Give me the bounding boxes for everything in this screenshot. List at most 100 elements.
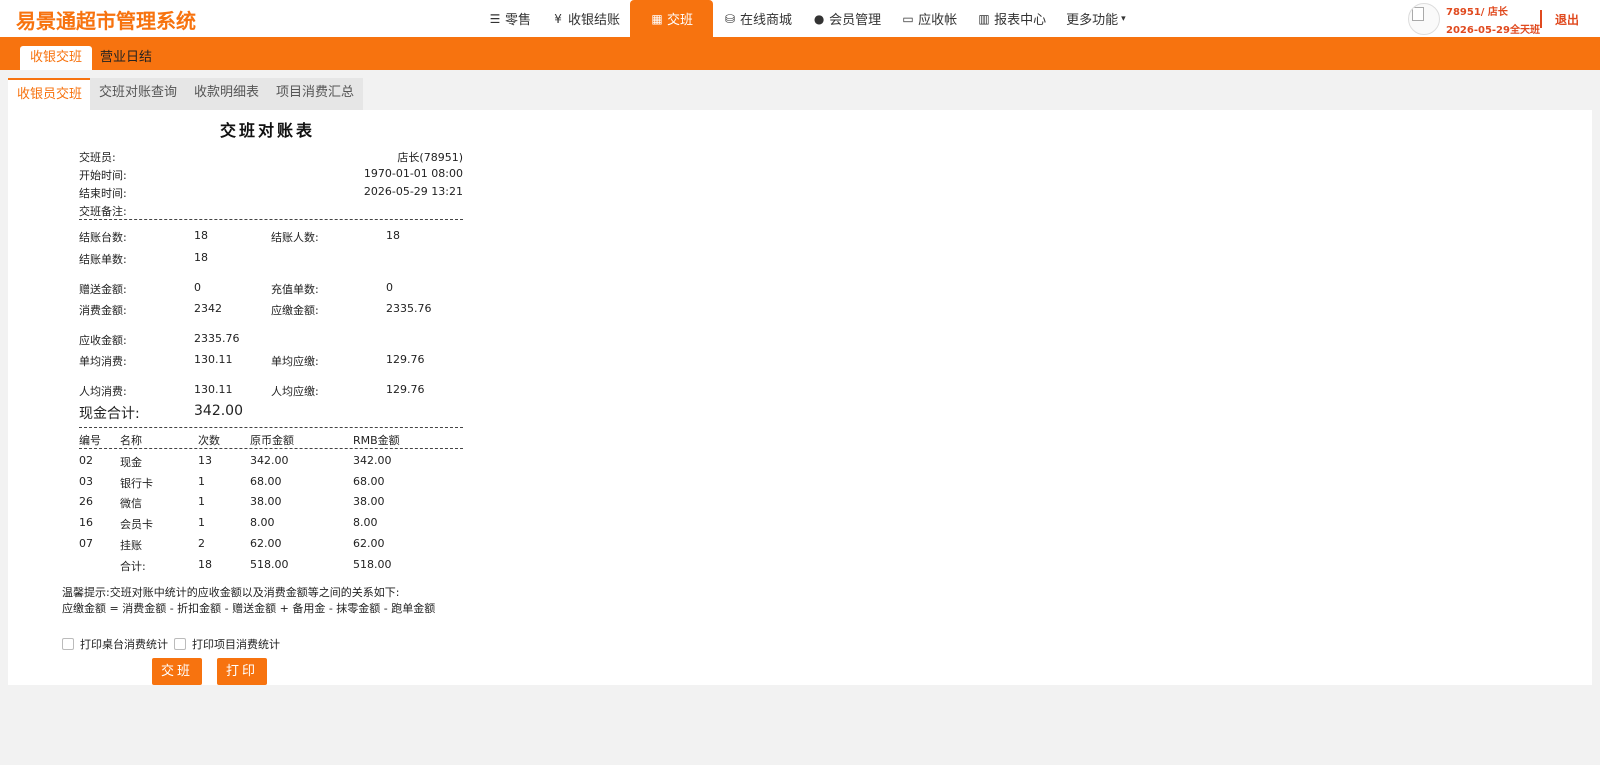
print-options: 打印桌台消费统计 打印项目消费统计 xyxy=(62,637,286,651)
print-item-checkbox[interactable] xyxy=(174,638,186,650)
stat-label: 充值单数: xyxy=(271,283,319,296)
nav-item-member[interactable]: ● 会员管理 xyxy=(802,0,891,37)
tab-shift-query[interactable]: 交班对账查询 xyxy=(90,78,187,110)
cell-original-amount: 8.00 xyxy=(250,516,275,529)
main-nav: ☰ 零售 ¥ 收银结账 ▦ 交班 ⛁ 在线商城 ● 会员管理 ▭ 应收帐 ▥ 报… xyxy=(478,0,1136,37)
cell-code: 16 xyxy=(79,516,93,529)
app-logo: 易景通超市管理系统 xyxy=(16,9,196,33)
nav-item-report[interactable]: ▥ 报表中心 xyxy=(967,0,1056,37)
nav-item-label: 交班 xyxy=(667,13,694,28)
caret-down-icon: ▾ xyxy=(1121,13,1126,24)
stat-value: 0 xyxy=(194,281,201,294)
tip-formula: 应缴金额 = 消费金额 - 折扣金额 - 赠送金额 + 备用金 - 抹零金额 -… xyxy=(62,602,436,615)
end-time-label: 结束时间: xyxy=(79,187,127,200)
nav-item-mall[interactable]: ⛁ 在线商城 xyxy=(713,0,802,37)
end-time-value: 2026-05-29 13:21 xyxy=(363,185,463,198)
shift-button[interactable]: 交班 xyxy=(152,658,203,685)
dashed-divider xyxy=(79,427,463,428)
user-name: 78951/ 店长 xyxy=(1446,7,1508,18)
cell-count: 2 xyxy=(198,537,205,550)
nav-item-shift[interactable]: ▦ 交班 xyxy=(630,0,714,37)
nav-item-label: 零售 xyxy=(505,13,532,28)
avatar[interactable] xyxy=(1408,3,1440,35)
dashed-divider xyxy=(79,448,463,449)
cell-name: 银行卡 xyxy=(120,477,153,490)
cell-name: 微信 xyxy=(120,497,142,510)
cell-code: 02 xyxy=(79,454,93,467)
cell-rmb-amount: 38.00 xyxy=(353,495,385,508)
cell-name: 合计: xyxy=(120,560,146,573)
report-title: 交班对账表 xyxy=(220,121,316,140)
bar-chart-icon: ▥ xyxy=(978,11,990,26)
sub-tab-daily-close[interactable]: 营业日结 xyxy=(90,46,162,70)
nav-item-label: 收银结账 xyxy=(568,13,621,28)
stat-value: 18 xyxy=(194,251,208,264)
nav-item-label: 应收帐 xyxy=(918,13,958,28)
cell-code: 07 xyxy=(79,537,93,550)
print-button[interactable]: 打印 xyxy=(217,658,268,685)
stat-label: 人均消费: xyxy=(79,385,127,398)
stat-value: 2335.76 xyxy=(194,332,240,345)
logout-button[interactable]: 退出 xyxy=(1555,11,1579,28)
stat-label: 消费金额: xyxy=(79,304,127,317)
tab-payment-detail[interactable]: 收款明细表 xyxy=(185,78,269,110)
print-table-label: 打印桌台消费统计 xyxy=(80,638,168,651)
cell-code: 03 xyxy=(79,475,93,488)
cell-code: 26 xyxy=(79,495,93,508)
stat-value: 0 xyxy=(386,281,393,294)
shift-date: 2026-05-29全天班 xyxy=(1446,25,1540,36)
stat-label: 赠送金额: xyxy=(79,283,127,296)
stat-label: 人均应缴: xyxy=(271,385,319,398)
cell-count: 1 xyxy=(198,495,205,508)
nav-item-receivable[interactable]: ▭ 应收帐 xyxy=(891,0,967,37)
stat-label: 应缴金额: xyxy=(271,304,319,317)
column-header: 名称 xyxy=(120,434,142,447)
column-header: 次数 xyxy=(198,434,220,447)
sub-tab-shift[interactable]: 收银交班 xyxy=(20,46,93,70)
cell-original-amount: 518.00 xyxy=(250,558,289,571)
column-header: RMB金额 xyxy=(353,434,400,447)
stat-value: 18 xyxy=(194,229,208,242)
tab-item-summary[interactable]: 项目消费汇总 xyxy=(267,78,364,110)
basket-icon: ⛁ xyxy=(725,11,736,26)
top-bar: 易景通超市管理系统 ☰ 零售 ¥ 收银结账 ▦ 交班 ⛁ 在线商城 ● 会员管理… xyxy=(0,0,1600,37)
cell-rmb-amount: 62.00 xyxy=(353,537,385,550)
cell-count: 1 xyxy=(198,516,205,529)
stat-label: 结账台数: xyxy=(79,231,127,244)
stat-value: 129.76 xyxy=(386,353,425,366)
cell-name: 挂账 xyxy=(120,539,142,552)
nav-item-retail[interactable]: ☰ 零售 xyxy=(478,0,541,37)
tip-text: 温馨提示:交班对账中统计的应收金额以及消费金额等之间的关系如下: xyxy=(62,586,400,599)
dashed-divider xyxy=(79,219,463,220)
divider xyxy=(1540,10,1542,28)
column-header: 编号 xyxy=(79,434,101,447)
card-icon: ▭ xyxy=(902,11,914,26)
cell-name: 会员卡 xyxy=(120,518,153,531)
stat-value: 18 xyxy=(386,229,400,242)
stat-label: 结账单数: xyxy=(79,253,127,266)
cell-rmb-amount: 518.00 xyxy=(353,558,392,571)
nav-item-more[interactable]: 更多功能 ▾ xyxy=(1056,0,1136,37)
sub-nav-bar: 收银交班 营业日结 xyxy=(0,37,1600,70)
tab-cashier-shift[interactable]: 收银员交班 xyxy=(8,78,92,110)
cell-rmb-amount: 342.00 xyxy=(353,454,392,467)
cell-original-amount: 62.00 xyxy=(250,537,282,550)
nav-item-label: 会员管理 xyxy=(829,13,882,28)
shift-note-label: 交班备注: xyxy=(79,205,127,218)
calculator-icon: ▦ xyxy=(651,11,663,26)
cell-original-amount: 38.00 xyxy=(250,495,282,508)
cell-rmb-amount: 8.00 xyxy=(353,516,378,529)
cash-total-value: 342.00 xyxy=(194,403,243,419)
shift-operator-label: 交班员: xyxy=(79,151,116,164)
start-time-label: 开始时间: xyxy=(79,169,127,182)
print-table-checkbox[interactable] xyxy=(62,638,74,650)
list-icon: ☰ xyxy=(489,11,501,26)
cell-count: 18 xyxy=(198,558,212,571)
column-header: 原币金额 xyxy=(250,434,294,447)
cell-original-amount: 342.00 xyxy=(250,454,289,467)
stat-label: 单均应缴: xyxy=(271,355,319,368)
nav-item-label: 报表中心 xyxy=(994,13,1047,28)
stat-value: 2342 xyxy=(194,302,222,315)
stat-value: 2335.76 xyxy=(386,302,432,315)
nav-item-checkout[interactable]: ¥ 收银结账 xyxy=(541,0,630,37)
